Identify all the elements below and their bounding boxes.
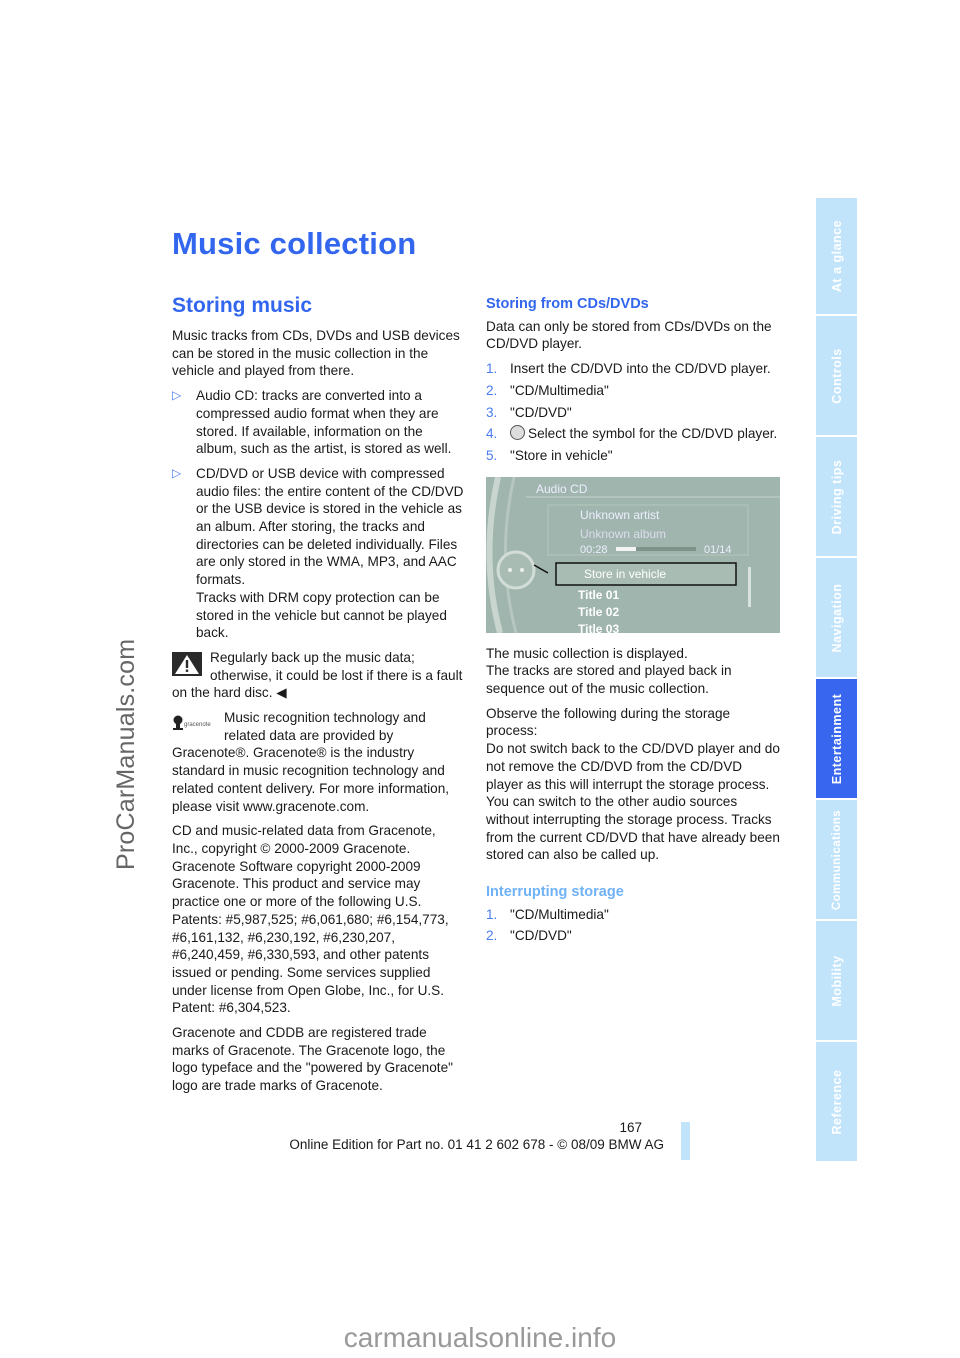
tab-entertainment[interactable]: Entertainment <box>816 679 857 798</box>
screen-track-count: 01/14 <box>704 543 732 556</box>
screen-store-in-vehicle: Store in vehicle <box>584 566 667 581</box>
page-title: Music collection <box>172 226 417 261</box>
bullet-text: Audio CD: tracks are converted into a co… <box>196 388 452 457</box>
tab-reference[interactable]: Reference <box>816 1042 857 1161</box>
screen-title-item: Title 03 <box>578 621 620 633</box>
screen-artist: Unknown artist <box>580 507 660 522</box>
step-item: 4. Select the symbol for the CD/DVD play… <box>486 425 778 442</box>
after-text-1: The music collection is displayed. <box>486 645 688 661</box>
intro-paragraph: Music tracks from CDs, DVDs and USB devi… <box>172 328 460 379</box>
screen-title-item: Title 01 <box>578 587 620 602</box>
tab-driving-tips[interactable]: Driving tips <box>816 437 857 556</box>
bullet-text: CD/DVD or USB device with compressed aud… <box>196 465 464 588</box>
screen-header: Audio CD <box>536 481 588 496</box>
warning-text: Regularly back up the music data; otherw… <box>172 649 463 701</box>
triangle-bullet-icon: ▷ <box>172 465 182 480</box>
tab-at-a-glance[interactable]: At a glance <box>816 198 857 314</box>
tab-mobility[interactable]: Mobility <box>816 921 857 1040</box>
cd-symbol-icon <box>510 425 525 441</box>
edition-note: Online Edition for Part no. 01 41 2 602 … <box>289 1137 664 1152</box>
warning-note: Regularly back up the music data; otherw… <box>172 649 464 702</box>
tab-communications[interactable]: Communications <box>816 800 857 919</box>
watermark-carmanualsonline: carmanualsonline.info <box>343 1322 617 1353</box>
end-mark-icon: ◀ <box>276 685 287 701</box>
gracenote-note: gracenote Music recognition technology a… <box>172 709 464 815</box>
warning-icon <box>172 651 202 676</box>
triangle-bullet-icon: ▷ <box>172 388 182 403</box>
step-item: 2. "CD/DVD" <box>486 928 572 944</box>
screen-title-item: Title 02 <box>578 604 620 619</box>
observe-paragraph: Observe the following during the storage… <box>486 705 780 863</box>
screen-time: 00:28 <box>580 543 608 556</box>
tab-navigation[interactable]: Navigation <box>816 558 857 677</box>
watermark-procarmanuals: ProCarManuals.com <box>112 638 140 870</box>
interrupting-storage-title: Interrupting storage <box>486 884 624 901</box>
storing-cds-title: Storing from CDs/DVDs <box>486 296 649 312</box>
tab-controls[interactable]: Controls <box>816 316 857 435</box>
chapter-tabs: At a glance Controls Driving tips Naviga… <box>816 198 857 1163</box>
step-item: 5. "Store in vehicle" <box>486 447 613 463</box>
right-column: Storing from CDs/DVDs Data can only be s… <box>486 296 782 949</box>
left-column: Music tracks from CDs, DVDs and USB devi… <box>172 327 464 1102</box>
after-text-2: The tracks are stored and played back in… <box>486 663 732 697</box>
copyright-paragraph: CD and music-related data from Gracenote… <box>172 823 449 1016</box>
step-item: 3. "CD/DVD" <box>486 404 572 420</box>
bullet-item: ▷ Audio CD: tracks are converted into a … <box>172 387 464 458</box>
footer-marker <box>681 1122 690 1160</box>
step-item: 1. Insert the CD/DVD into the CD/DVD play… <box>486 361 771 377</box>
gracenote-logo-icon: gracenote <box>172 713 216 731</box>
idrive-screenshot: Audio CD Unknown artist Unknown album 00… <box>486 476 780 633</box>
bullet-extra-text: Tracks with DRM copy protection can be s… <box>196 589 447 641</box>
section-title: Storing music <box>172 294 313 317</box>
step-item: 2. "CD/Multimedia" <box>486 382 609 398</box>
page-number: 167 <box>619 1120 642 1135</box>
bullet-item: ▷ CD/DVD or USB device with compressed a… <box>172 465 464 642</box>
step-item: 1. "CD/Multimedia" <box>486 906 609 922</box>
trademarks-paragraph: Gracenote and CDDB are registered trade … <box>172 1025 453 1094</box>
storing-intro: Data can only be stored from CDs/DVDs on… <box>486 318 772 352</box>
